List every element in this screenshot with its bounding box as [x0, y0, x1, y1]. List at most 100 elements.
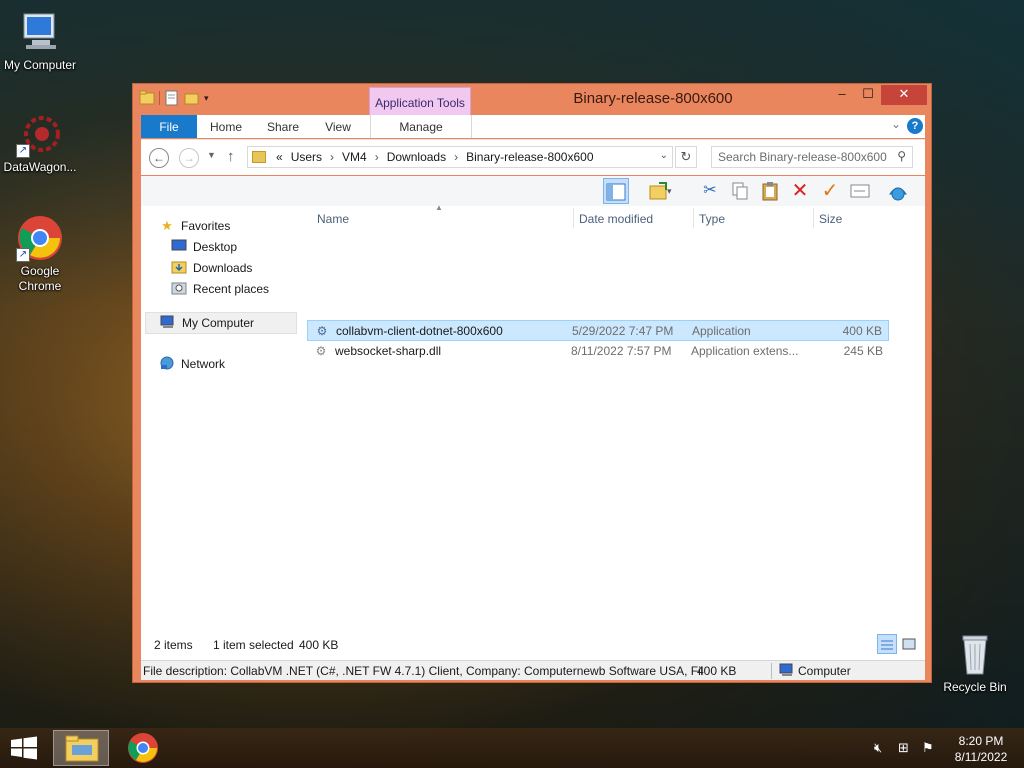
- column-header-name[interactable]: Name: [317, 212, 349, 226]
- refresh-button[interactable]: ↻: [675, 146, 697, 168]
- nav-label: Network: [181, 357, 226, 371]
- open-button[interactable]: ▾: [639, 178, 679, 204]
- recycle-bin-icon: [951, 630, 999, 678]
- selection-size: 400 KB: [299, 638, 339, 652]
- tab-manage[interactable]: Manage: [370, 115, 472, 138]
- status-bar: 2 items 1 item selected 400 KB: [141, 630, 925, 660]
- minimize-button[interactable]: –: [829, 85, 855, 105]
- nav-downloads[interactable]: Downloads: [171, 258, 252, 278]
- desktop-icon-my-computer[interactable]: My Computer: [0, 8, 80, 73]
- file-row[interactable]: ⚙ websocket-sharp.dll 8/11/2022 7:57 PM App…: [307, 341, 889, 362]
- address-bar[interactable]: « Users › VM4 › Downloads › Binary-relea…: [247, 146, 673, 168]
- file-date: 5/29/2022 7:47 PM: [572, 324, 674, 338]
- large-icons-view-button[interactable]: [899, 634, 919, 654]
- taskbar-chrome[interactable]: [115, 730, 171, 766]
- title-bar[interactable]: ▾ Application Tools Binary-release-800x6…: [133, 84, 931, 115]
- desktop-icon: [171, 239, 187, 255]
- recent-locations-chevron-icon[interactable]: ▼: [207, 150, 216, 160]
- nav-label: Downloads: [193, 261, 253, 275]
- search-input[interactable]: [712, 147, 888, 167]
- network-status-icon[interactable]: ⊞: [898, 740, 909, 756]
- delete-icon[interactable]: ✕: [787, 178, 813, 204]
- nav-desktop[interactable]: Desktop: [171, 237, 237, 257]
- search-box[interactable]: ⚲: [711, 146, 913, 168]
- chevron-right-icon[interactable]: ›: [326, 150, 338, 164]
- paste-icon[interactable]: [757, 178, 783, 204]
- up-button[interactable]: ↑: [227, 148, 235, 165]
- action-center-icon[interactable]: ⚑: [922, 740, 934, 756]
- chevron-down-icon[interactable]: ⌄: [660, 150, 668, 161]
- close-button[interactable]: ✕: [881, 85, 927, 105]
- start-button[interactable]: [10, 736, 38, 760]
- computer-icon: [160, 315, 176, 331]
- tab-home[interactable]: Home: [201, 115, 251, 138]
- nav-network[interactable]: Network: [159, 354, 225, 374]
- quick-access-toolbar: ▾: [139, 90, 220, 106]
- maximize-button[interactable]: ☐: [855, 85, 881, 105]
- breadcrumb-vm4[interactable]: VM4: [338, 150, 371, 164]
- column-header-type[interactable]: Type: [699, 212, 725, 226]
- system-clock[interactable]: 8:20 PM 8/11/2022: [944, 733, 1018, 765]
- shortcut-arrow-icon: ↗: [16, 144, 30, 158]
- select-all-icon[interactable]: [885, 178, 911, 204]
- tab-file[interactable]: File: [141, 115, 197, 138]
- desktop-icon-label: Google Chrome: [18, 264, 62, 293]
- ribbon-tabs: File Home Share View Manage ⌄ ?: [141, 115, 925, 138]
- expand-ribbon-icon[interactable]: ⌄: [891, 117, 901, 131]
- details-view-button[interactable]: [877, 634, 897, 654]
- breadcrumb: « Users › VM4 › Downloads › Binary-relea…: [272, 150, 598, 164]
- file-type: Application extens...: [691, 344, 799, 358]
- chevron-right-icon[interactable]: ›: [450, 150, 462, 164]
- desktop-icon-recycle-bin[interactable]: Recycle Bin: [935, 630, 1015, 695]
- volume-muted-icon[interactable]: 🔇︎: [874, 740, 882, 756]
- copy-icon[interactable]: [727, 178, 753, 204]
- file-row[interactable]: ⚙ collabvm-client-dotnet-800x600 5/29/2022…: [307, 320, 889, 341]
- column-divider[interactable]: [693, 208, 694, 228]
- tab-share[interactable]: Share: [259, 115, 307, 138]
- taskbar-file-explorer[interactable]: [53, 730, 109, 766]
- nav-label: Favorites: [181, 219, 231, 233]
- file-name: collabvm-client-dotnet-800x600: [336, 324, 503, 338]
- preview-pane-button[interactable]: [603, 178, 629, 204]
- tab-view[interactable]: View: [315, 115, 361, 138]
- customize-qat-icon[interactable]: ▾: [204, 90, 220, 106]
- selection-count: 1 item selected: [213, 638, 294, 652]
- chevron-right-icon[interactable]: ›: [371, 150, 383, 164]
- explorer-window: ▾ Application Tools Binary-release-800x6…: [132, 83, 932, 683]
- back-button[interactable]: ←: [149, 148, 169, 168]
- breadcrumb-downloads[interactable]: Downloads: [383, 150, 450, 164]
- breadcrumb-overflow[interactable]: «: [272, 150, 287, 164]
- details-divider: [771, 663, 772, 679]
- nav-recent-places[interactable]: Recent places: [171, 279, 269, 299]
- nav-favorites[interactable]: ★ Favorites: [159, 216, 230, 236]
- location-label: Computer: [798, 664, 851, 678]
- properties-icon[interactable]: [164, 90, 180, 106]
- new-folder-icon[interactable]: [184, 90, 200, 106]
- nav-my-computer[interactable]: My Computer: [145, 312, 297, 334]
- folder-icon[interactable]: [139, 90, 155, 106]
- column-header-date[interactable]: Date modified: [579, 212, 653, 226]
- clock-date: 8/11/2022: [954, 750, 1008, 764]
- column-divider[interactable]: [573, 208, 574, 228]
- rename-checkmark-icon[interactable]: ✓: [817, 178, 843, 204]
- breadcrumb-current-folder[interactable]: Binary-release-800x600: [462, 150, 597, 164]
- recent-places-icon: [171, 281, 187, 297]
- navigation-pane: ★ Favorites Desktop Downloads Recent pla…: [141, 206, 301, 626]
- column-headers: ▲ Name Date modified Type Size: [311, 203, 891, 230]
- windows-logo-icon: [11, 736, 37, 760]
- dll-file-icon: ⚙: [315, 344, 327, 358]
- content-area: ★ Favorites Desktop Downloads Recent pla…: [141, 203, 925, 660]
- forward-button[interactable]: →: [179, 148, 199, 168]
- cut-icon[interactable]: ✂: [697, 178, 723, 204]
- desktop-icon-chrome[interactable]: ↗ Google Chrome: [0, 214, 80, 294]
- breadcrumb-users[interactable]: Users: [287, 150, 326, 164]
- computer-icon: [779, 663, 795, 680]
- folder-icon: [252, 151, 266, 163]
- help-icon[interactable]: ?: [907, 118, 923, 134]
- datawagon-icon: ↗: [16, 110, 64, 158]
- search-icon[interactable]: ⚲: [897, 149, 906, 163]
- properties-icon[interactable]: [847, 178, 873, 204]
- column-divider[interactable]: [813, 208, 814, 228]
- column-header-size[interactable]: Size: [819, 212, 842, 226]
- desktop-icon-datawagon[interactable]: ↗ DataWagon...: [0, 110, 80, 175]
